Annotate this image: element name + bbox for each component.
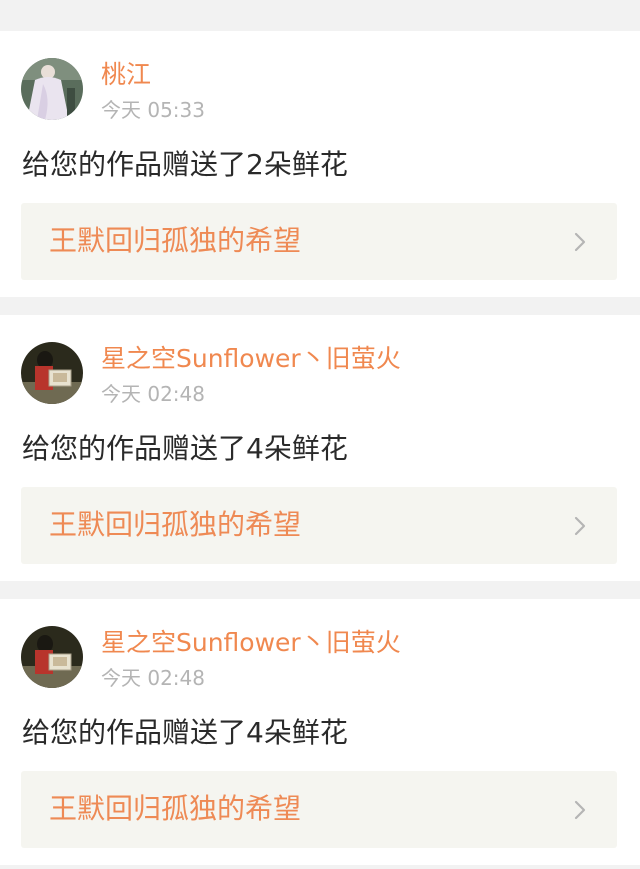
avatar[interactable] — [21, 58, 83, 120]
work-link[interactable]: 王默回归孤独的希望 — [21, 771, 617, 848]
username[interactable]: 星之空Sunflower丶旧萤火 — [101, 343, 401, 375]
chevron-right-icon — [574, 232, 586, 252]
notification-message: 给您的作品赠送了4朵鲜花 — [22, 432, 348, 465]
timestamp: 今天 02:48 — [101, 382, 205, 406]
work-link[interactable]: 王默回归孤独的希望 — [21, 487, 617, 564]
username[interactable]: 星之空Sunflower丶旧萤火 — [101, 627, 401, 659]
work-title: 王默回归孤独的希望 — [49, 224, 302, 257]
chevron-right-icon — [574, 800, 586, 820]
work-title: 王默回归孤独的希望 — [49, 508, 302, 541]
username[interactable]: 桃江 — [101, 59, 151, 91]
notification-message: 给您的作品赠送了2朵鲜花 — [22, 148, 348, 181]
timestamp: 今天 05:33 — [101, 98, 205, 122]
avatar[interactable] — [21, 626, 83, 688]
chevron-right-icon — [574, 516, 586, 536]
notification-feed: 桃江 今天 05:33 给您的作品赠送了2朵鲜花 王默回归孤独的希望 星之空Su… — [0, 0, 640, 869]
avatar[interactable] — [21, 342, 83, 404]
notification-card: 桃江 今天 05:33 给您的作品赠送了2朵鲜花 王默回归孤独的希望 — [0, 31, 640, 297]
timestamp: 今天 02:48 — [101, 666, 205, 690]
notification-card: 星之空Sunflower丶旧萤火 今天 02:48 给您的作品赠送了4朵鲜花 王… — [0, 315, 640, 581]
work-title: 王默回归孤独的希望 — [49, 792, 302, 825]
notification-message: 给您的作品赠送了4朵鲜花 — [22, 716, 348, 749]
notification-card: 星之空Sunflower丶旧萤火 今天 02:48 给您的作品赠送了4朵鲜花 王… — [0, 599, 640, 865]
work-link[interactable]: 王默回归孤独的希望 — [21, 203, 617, 280]
